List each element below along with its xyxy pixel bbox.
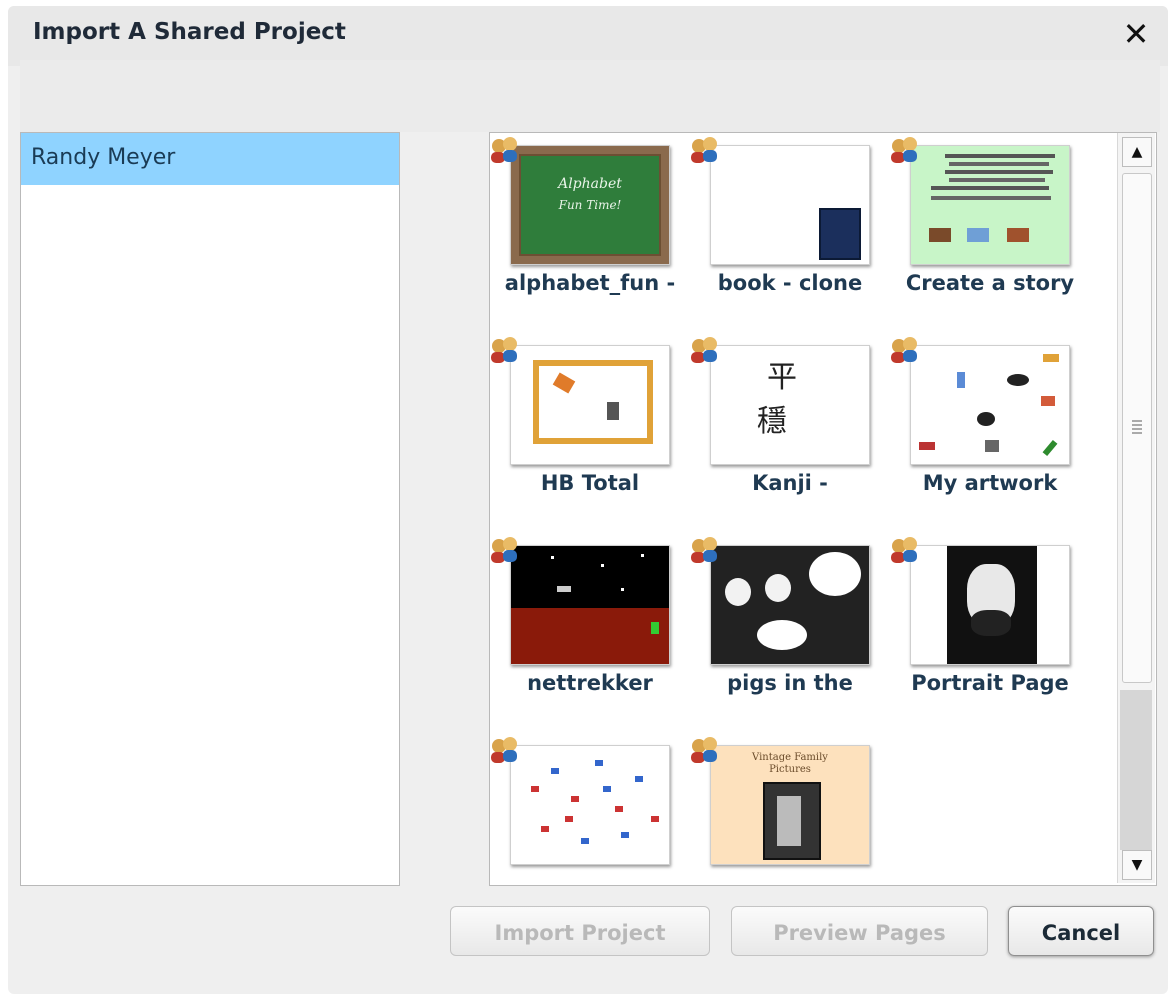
project-tile-pigs-in-the[interactable]: pigs in the [690, 533, 890, 723]
thumbnail-text: 平 [767, 360, 797, 395]
project-grid-panel: Alphabet Fun Time! alphabet_fun - book -… [489, 132, 1157, 886]
project-title: Portrait Page [911, 671, 1069, 695]
project-title: My artwork [922, 471, 1058, 495]
project-title: book - clone [717, 271, 863, 295]
project-thumbnail [910, 345, 1070, 465]
project-title: pigs in the [727, 671, 853, 695]
project-tile-create-a-story[interactable]: Create a story [890, 133, 1090, 323]
shared-users-icon [491, 537, 517, 563]
shared-users-icon [691, 137, 717, 163]
thumbnail-text: Vintage Family [752, 752, 828, 763]
project-tile-nettrekker[interactable]: nettrekker [490, 533, 690, 723]
project-thumbnail: Vintage Family Pictures [710, 745, 870, 865]
scrollbar-track[interactable] [1120, 690, 1152, 850]
preview-pages-button[interactable]: Preview Pages [731, 906, 988, 956]
shared-users-icon [491, 137, 517, 163]
scrollbar-thumb[interactable] [1122, 173, 1152, 683]
cancel-button[interactable]: Cancel [1008, 906, 1154, 956]
project-thumbnail [510, 345, 670, 465]
dialog-title: Import A Shared Project [33, 19, 346, 45]
shared-users-icon [891, 137, 917, 163]
user-list: Randy Meyer [20, 132, 400, 886]
project-tile-portrait-page[interactable]: Portrait Page [890, 533, 1090, 723]
project-thumbnail [910, 145, 1070, 265]
dialog-title-bar: Import A Shared Project ✕ [8, 6, 1168, 66]
thumbnail-text: Pictures [769, 764, 811, 775]
project-title: Kanji - [752, 471, 828, 495]
project-thumbnail [710, 545, 870, 665]
project-tile-dots[interactable] [490, 733, 690, 885]
user-list-item-randy-meyer[interactable]: Randy Meyer [21, 133, 399, 185]
project-title: HB Total [540, 471, 640, 495]
project-title: Create a story [905, 271, 1075, 295]
project-thumbnail [510, 745, 670, 865]
scroll-down-arrow-icon[interactable]: ▼ [1122, 850, 1152, 880]
project-thumbnail [510, 545, 670, 665]
import-project-button[interactable]: Import Project [450, 906, 710, 956]
project-tile-book-clone[interactable]: book - clone [690, 133, 890, 323]
project-title: alphabet_fun - [504, 271, 676, 295]
project-title: nettrekker [527, 671, 653, 695]
project-tile-alphabet-fun[interactable]: Alphabet Fun Time! alphabet_fun - [490, 133, 690, 323]
project-thumbnail: Alphabet Fun Time! [510, 145, 670, 265]
project-thumbnail: 平 穩 [710, 345, 870, 465]
thumbnail-text: Fun Time! [558, 198, 622, 212]
shared-users-icon [691, 537, 717, 563]
project-tile-kanji[interactable]: 平 穩 Kanji - [690, 333, 890, 523]
thumbnail-text: 穩 [757, 404, 787, 439]
scrollbar-grip-icon [1132, 420, 1142, 436]
scroll-up-arrow-icon[interactable]: ▲ [1122, 137, 1152, 167]
thumbnail-text: Alphabet [558, 176, 622, 192]
project-tile-hb-total[interactable]: HB Total [490, 333, 690, 523]
shared-users-icon [491, 337, 517, 363]
project-thumbnail [710, 145, 870, 265]
shared-users-icon [491, 737, 517, 763]
shared-users-icon [891, 537, 917, 563]
project-grid-scrollbar[interactable]: ▲ ▼ [1117, 133, 1155, 883]
project-thumbnail [910, 545, 1070, 665]
project-tile-my-artwork[interactable]: My artwork [890, 333, 1090, 523]
shared-users-icon [691, 737, 717, 763]
shared-users-icon [691, 337, 717, 363]
toolbar-strip [20, 60, 1160, 132]
project-tile-vintage-family[interactable]: Vintage Family Pictures [690, 733, 890, 885]
shared-users-icon [891, 337, 917, 363]
close-icon[interactable]: ✕ [1118, 14, 1154, 54]
